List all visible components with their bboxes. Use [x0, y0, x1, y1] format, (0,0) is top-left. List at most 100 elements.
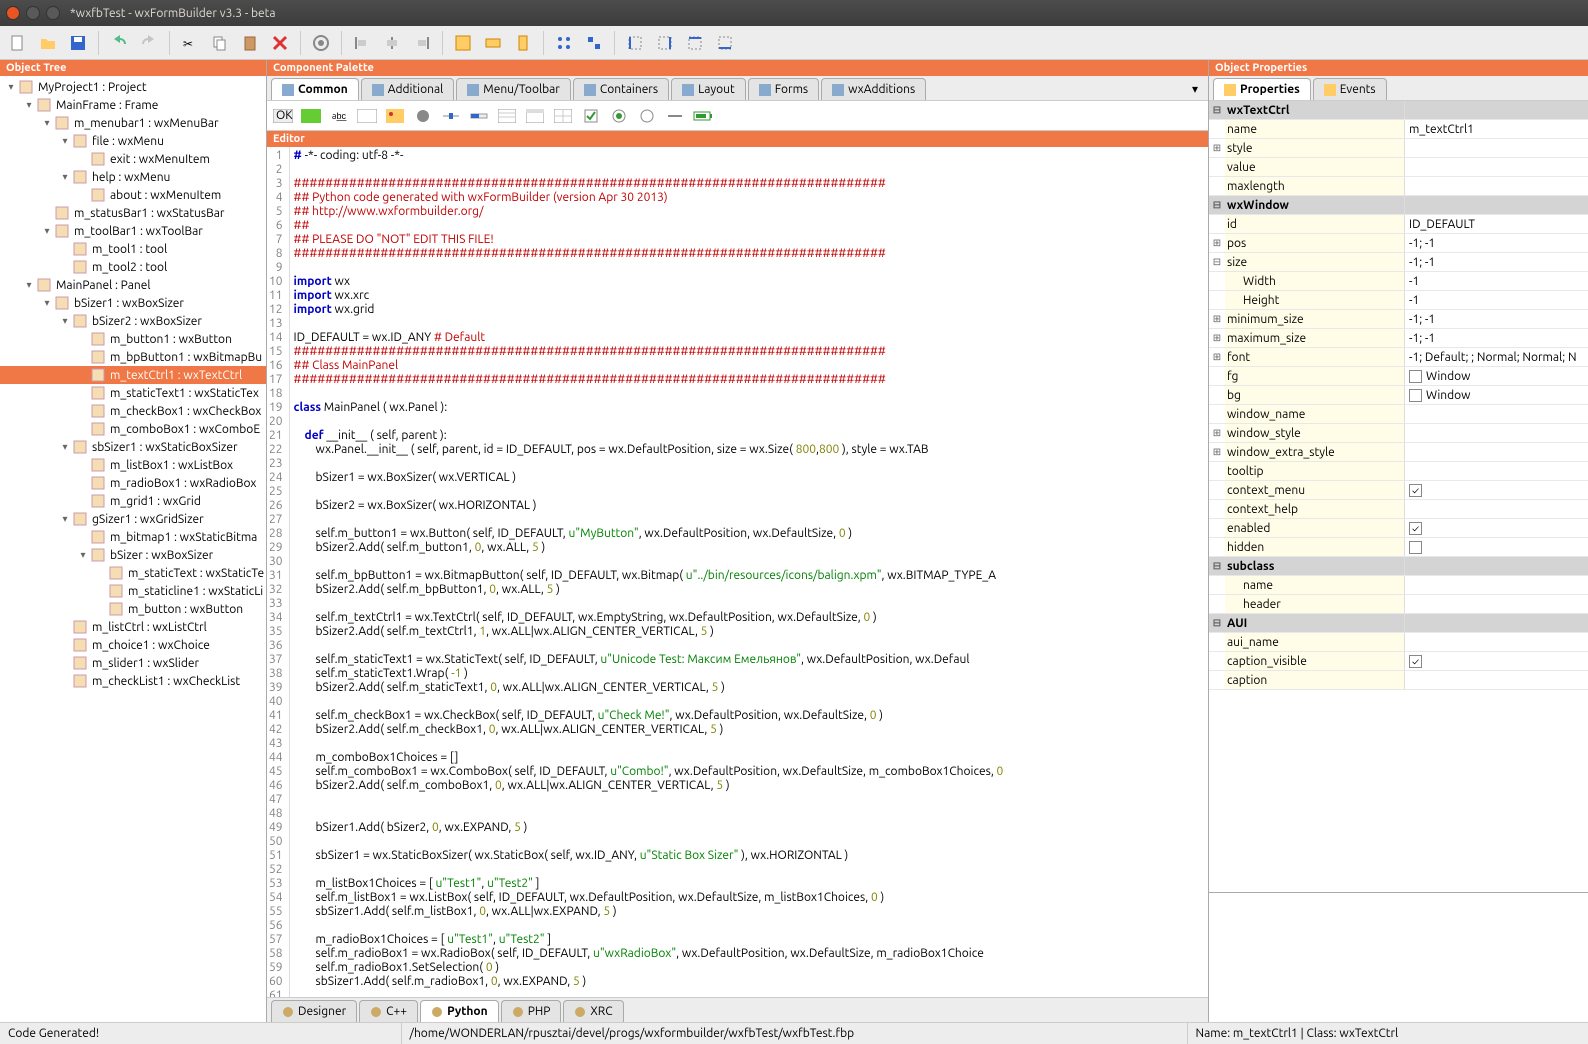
- expand-icon[interactable]: ⊟: [1209, 104, 1225, 116]
- prop-value[interactable]: -1; -1: [1405, 253, 1588, 271]
- tree-item[interactable]: m_staticText : wxStaticTe: [0, 564, 266, 582]
- tree-item[interactable]: m_choice1 : wxChoice: [0, 636, 266, 654]
- expand-button[interactable]: [449, 29, 477, 57]
- prop-row[interactable]: name: [1209, 576, 1588, 595]
- prop-row[interactable]: ⊞pos-1; -1: [1209, 234, 1588, 253]
- maximize-icon[interactable]: [46, 6, 60, 20]
- prop-row[interactable]: window_name: [1209, 405, 1588, 424]
- palette-tab-wxadditions[interactable]: wxAdditions: [821, 78, 926, 100]
- prop-value[interactable]: -1; -1: [1405, 234, 1588, 252]
- prop-row[interactable]: tooltip: [1209, 462, 1588, 481]
- expand-icon[interactable]: ⊟: [1209, 560, 1225, 572]
- prop-row[interactable]: ⊟wxTextCtrl: [1209, 101, 1588, 120]
- tree-item[interactable]: ▾sbSizer1 : wxStaticBoxSizer: [0, 438, 266, 456]
- tree-item[interactable]: m_slider1 : wxSlider: [0, 654, 266, 672]
- prop-value[interactable]: [1405, 139, 1588, 157]
- prop-value[interactable]: m_textCtrl1: [1405, 120, 1588, 138]
- expand-icon[interactable]: ⊞: [1209, 446, 1225, 458]
- tree-item[interactable]: m_comboBox1 : wxComboE: [0, 420, 266, 438]
- radio-widget[interactable]: [607, 105, 631, 127]
- border-left-button[interactable]: [621, 29, 649, 57]
- expand-icon[interactable]: ⊟: [1209, 617, 1225, 629]
- border-right-button[interactable]: [651, 29, 679, 57]
- prop-row[interactable]: ⊟AUI: [1209, 614, 1588, 633]
- prop-row[interactable]: caption_visible✓: [1209, 652, 1588, 671]
- bitmap-widget[interactable]: [383, 105, 407, 127]
- checkbox-widget[interactable]: [579, 105, 603, 127]
- tree-item[interactable]: m_listCtrl : wxListCtrl: [0, 618, 266, 636]
- stretch-button[interactable]: [479, 29, 507, 57]
- expand-icon[interactable]: ⊟: [1209, 256, 1225, 268]
- prop-row[interactable]: maxlength: [1209, 177, 1588, 196]
- tree-item[interactable]: m_button : wxButton: [0, 600, 266, 618]
- tree-item[interactable]: ▾MainFrame : Frame: [0, 96, 266, 114]
- prop-row[interactable]: caption: [1209, 671, 1588, 690]
- tree-item[interactable]: m_tool1 : tool: [0, 240, 266, 258]
- tree-item[interactable]: ▾bSizer2 : wxBoxSizer: [0, 312, 266, 330]
- palette-tab-common[interactable]: Common: [271, 78, 359, 100]
- prop-value[interactable]: Window: [1405, 367, 1588, 385]
- align-center-button[interactable]: [378, 29, 406, 57]
- listbox-widget[interactable]: [495, 105, 519, 127]
- tree-item[interactable]: m_bitmap1 : wxStaticBitma: [0, 528, 266, 546]
- border-bottom-button[interactable]: [711, 29, 739, 57]
- prop-row[interactable]: ⊟subclass: [1209, 557, 1588, 576]
- palette-tab-layout[interactable]: Layout: [671, 78, 746, 100]
- ok-widget-button[interactable]: OK: [271, 105, 295, 127]
- tree-item[interactable]: about : wxMenuItem: [0, 186, 266, 204]
- tree-item[interactable]: ▾m_menubar1 : wxMenuBar: [0, 114, 266, 132]
- tree-item[interactable]: ▾MainPanel : Panel: [0, 276, 266, 294]
- prop-row[interactable]: ⊞font-1; Default; ; Normal; Normal; N: [1209, 348, 1588, 367]
- prop-value[interactable]: [1405, 538, 1588, 556]
- tree-item[interactable]: m_bpButton1 : wxBitmapBu: [0, 348, 266, 366]
- listctrl-widget[interactable]: [523, 105, 547, 127]
- align-left-button[interactable]: [348, 29, 376, 57]
- prop-value[interactable]: [1405, 424, 1588, 442]
- open-button[interactable]: [34, 29, 62, 57]
- palette-tab-forms[interactable]: Forms: [748, 78, 819, 100]
- prop-row[interactable]: Width-1: [1209, 272, 1588, 291]
- designer-tab-python[interactable]: Python: [420, 1000, 499, 1022]
- prop-row[interactable]: enabled✓: [1209, 519, 1588, 538]
- prop-value[interactable]: Window: [1405, 386, 1588, 404]
- tree-item[interactable]: m_tool2 : tool: [0, 258, 266, 276]
- palette-tab-containers[interactable]: Containers: [573, 78, 669, 100]
- slider-widget[interactable]: [439, 105, 463, 127]
- prop-row[interactable]: bgWindow: [1209, 386, 1588, 405]
- prop-value[interactable]: ✓: [1405, 652, 1588, 670]
- prop-tab-events[interactable]: Events: [1313, 78, 1387, 100]
- redo-button[interactable]: [135, 29, 163, 57]
- tree-item[interactable]: m_listBox1 : wxListBox: [0, 456, 266, 474]
- tree-item[interactable]: m_statusBar1 : wxStatusBar: [0, 204, 266, 222]
- prop-row[interactable]: ⊞window_style: [1209, 424, 1588, 443]
- checkbox-icon[interactable]: ✓: [1409, 655, 1422, 668]
- prop-value[interactable]: -1; Default; ; Normal; Normal; N: [1405, 348, 1588, 366]
- generate-button[interactable]: [307, 29, 335, 57]
- gauge-widget[interactable]: [467, 105, 491, 127]
- expand-icon[interactable]: ⊟: [1209, 199, 1225, 211]
- checkbox-icon[interactable]: ✓: [1409, 522, 1422, 535]
- prop-row[interactable]: fgWindow: [1209, 367, 1588, 386]
- new-button[interactable]: [4, 29, 32, 57]
- prop-value[interactable]: -1; -1: [1405, 310, 1588, 328]
- prop-tab-properties[interactable]: Properties: [1213, 78, 1311, 100]
- copy-button[interactable]: [206, 29, 234, 57]
- tree-item[interactable]: m_staticline1 : wxStaticLi: [0, 582, 266, 600]
- prop-value[interactable]: ✓: [1405, 519, 1588, 537]
- tree-item[interactable]: ▾MyProject1 : Project: [0, 78, 266, 96]
- text-ctrl-widget[interactable]: [355, 105, 379, 127]
- code-editor[interactable]: 1234567891011121314151617181920212223242…: [267, 147, 1208, 997]
- palette-tab-menu/toolbar[interactable]: Menu/Toolbar: [456, 78, 571, 100]
- tree-item[interactable]: exit : wxMenuItem: [0, 150, 266, 168]
- prop-row[interactable]: idID_DEFAULT: [1209, 215, 1588, 234]
- expand-icon[interactable]: ⊞: [1209, 427, 1225, 439]
- prop-row[interactable]: ⊞maximum_size-1; -1: [1209, 329, 1588, 348]
- close-icon[interactable]: [6, 6, 20, 20]
- prop-value[interactable]: [1405, 671, 1588, 689]
- delete-button[interactable]: [266, 29, 294, 57]
- prop-row[interactable]: header: [1209, 595, 1588, 614]
- anim-widget[interactable]: [411, 105, 435, 127]
- object-tree[interactable]: ▾MyProject1 : Project▾MainFrame : Frame▾…: [0, 76, 266, 1022]
- prop-value[interactable]: [1405, 443, 1588, 461]
- prop-row[interactable]: namem_textCtrl1: [1209, 120, 1588, 139]
